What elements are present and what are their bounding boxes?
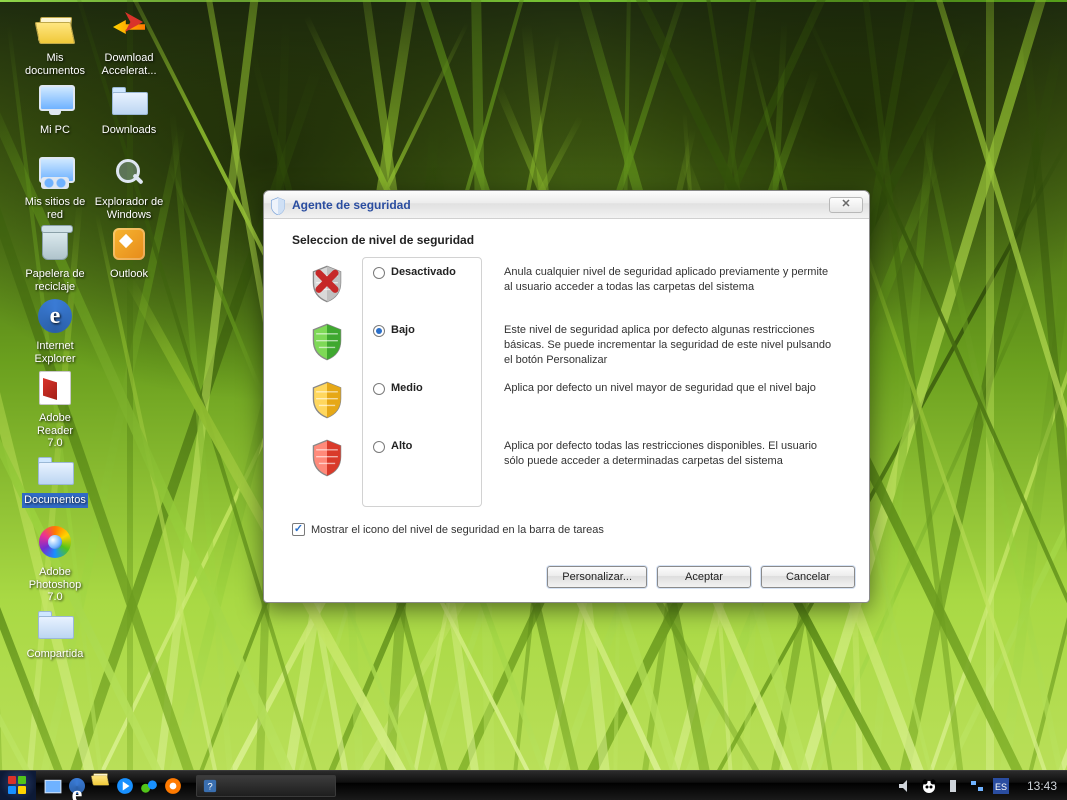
level-description-med: Aplica por defecto un nivel mayor de seg… <box>504 381 837 439</box>
desktop-icon-label: Mis sitios dered <box>23 195 88 222</box>
tray-volume-icon[interactable] <box>897 778 913 794</box>
ql-media-icon[interactable] <box>116 777 134 795</box>
shield-off-icon <box>310 265 344 303</box>
magnifier-icon <box>109 152 149 192</box>
ql-wmp-icon[interactable] <box>164 777 182 795</box>
level-label: Desactivado <box>391 266 456 278</box>
tray-panda-icon[interactable] <box>921 778 937 794</box>
trash-icon <box>35 224 75 264</box>
help-icon: ? <box>203 779 217 793</box>
adobe-reader-icon <box>35 368 75 408</box>
folder-plain-icon <box>109 80 149 120</box>
svg-text:ES: ES <box>995 782 1007 792</box>
level-label: Alto <box>391 440 412 452</box>
desktop-icon-adobe-reader[interactable]: Adobe Reader7.0 <box>18 368 92 451</box>
desktop-icon-mis-documentos[interactable]: Misdocumentos <box>18 8 92 78</box>
desktop-icon-label: AdobePhotoshop 7.0 <box>18 565 92 605</box>
folder-plain-icon <box>35 604 75 644</box>
desktop-icon-label: Outlook <box>108 267 150 282</box>
ql-msn-icon[interactable] <box>140 777 158 795</box>
taskbar-button[interactable]: ? <box>196 775 336 797</box>
tray-lang-icon[interactable]: ES <box>993 778 1009 794</box>
level-description-high: Aplica por defecto todas las restriccion… <box>504 439 837 497</box>
desktop-icon-download-accel[interactable]: DownloadAccelerat... <box>92 8 166 78</box>
shield-icon <box>270 197 286 213</box>
desktop-icon-documentos[interactable]: Documentos <box>18 450 92 508</box>
desktop-icon-label: Explorador deWindows <box>93 195 166 222</box>
radio-icon <box>373 383 385 395</box>
svg-text:?: ? <box>207 781 212 792</box>
desktop-icon-photoshop[interactable]: AdobePhotoshop 7.0 <box>18 522 92 605</box>
section-title: Seleccion de nivel de seguridad <box>292 233 841 247</box>
desktop-icon-compartida[interactable]: Compartida <box>18 604 92 662</box>
dialog-title: Agente de seguridad <box>292 198 829 212</box>
desktop-icon-label: Downloads <box>100 123 158 138</box>
close-button[interactable]: ✕ <box>829 197 863 213</box>
ps-icon <box>35 522 75 562</box>
dialog-titlebar[interactable]: Agente de seguridad ✕ <box>264 191 869 219</box>
level-option-med[interactable]: Medio <box>373 382 471 440</box>
taskbar: ? ES 13:43 <box>0 770 1067 800</box>
folder-plain-icon <box>35 450 75 490</box>
level-label: Medio <box>391 382 423 394</box>
level-option-high[interactable]: Alto <box>373 440 471 498</box>
desktop-icon-ie[interactable]: InternetExplorer <box>18 296 92 366</box>
desktop-icon-mis-sitios[interactable]: Mis sitios dered <box>18 152 92 222</box>
desktop-icon-label: InternetExplorer <box>33 339 78 366</box>
customize-button[interactable]: Personalizar... <box>547 566 647 588</box>
desktop-icon-label: DownloadAccelerat... <box>99 51 158 78</box>
ie-icon <box>35 296 75 336</box>
radio-icon <box>373 441 385 453</box>
folder-open-icon <box>35 8 75 48</box>
level-label: Bajo <box>391 324 415 336</box>
ql-ie-icon[interactable] <box>68 777 86 795</box>
desktop-icon-label: Papelera dereciclaje <box>23 267 86 294</box>
radio-icon <box>373 267 385 279</box>
monitor-icon <box>35 80 75 120</box>
desktop-icon-explorador[interactable]: Explorador deWindows <box>92 152 166 222</box>
security-level-group: Desactivado Bajo Medio Alto <box>362 257 482 507</box>
shield-green-icon <box>310 323 344 361</box>
desktop-icon-mi-pc[interactable]: Mi PC <box>18 80 92 138</box>
level-description-off: Anula cualquier nivel de seguridad aplic… <box>504 265 837 323</box>
shield-red-icon <box>310 439 344 477</box>
level-description-low: Este nivel de seguridad aplica por defec… <box>504 323 837 381</box>
quick-launch <box>36 777 190 795</box>
desktop-icon-label: Misdocumentos <box>23 51 87 78</box>
radio-icon <box>373 325 385 337</box>
desktop-icon-label: Compartida <box>25 647 86 662</box>
cancel-button[interactable]: Cancelar <box>761 566 855 588</box>
security-agent-dialog: Agente de seguridad ✕ Seleccion de nivel… <box>263 190 870 603</box>
outlook-icon <box>109 224 149 264</box>
show-tray-icon-label: Mostrar el icono del nivel de seguridad … <box>311 524 604 536</box>
desktop-icon-outlook[interactable]: Outlook <box>92 224 166 282</box>
windows-logo-icon <box>8 776 28 796</box>
ok-button[interactable]: Aceptar <box>657 566 751 588</box>
desktop-icon-label: Adobe Reader7.0 <box>18 411 92 451</box>
taskbar-clock: 13:43 <box>1017 779 1067 793</box>
start-button[interactable] <box>0 771 36 800</box>
desktop-icon-papelera[interactable]: Papelera dereciclaje <box>18 224 92 294</box>
tray-network-icon[interactable] <box>969 778 985 794</box>
level-option-low[interactable]: Bajo <box>373 324 471 382</box>
system-tray: ES <box>889 778 1017 794</box>
dap-icon <box>109 8 149 48</box>
shield-yellow-icon <box>310 381 344 419</box>
level-option-off[interactable]: Desactivado <box>373 266 471 324</box>
desktop-icon-downloads[interactable]: Downloads <box>92 80 166 138</box>
ql-show-desktop-icon[interactable] <box>44 777 62 795</box>
monitor-net-icon <box>35 152 75 192</box>
tray-usb-icon[interactable] <box>945 778 961 794</box>
show-tray-icon-checkbox[interactable] <box>292 523 305 536</box>
desktop-icon-label: Documentos <box>22 493 88 508</box>
desktop-icon-label: Mi PC <box>38 123 72 138</box>
ql-explorer-icon[interactable] <box>92 777 110 795</box>
